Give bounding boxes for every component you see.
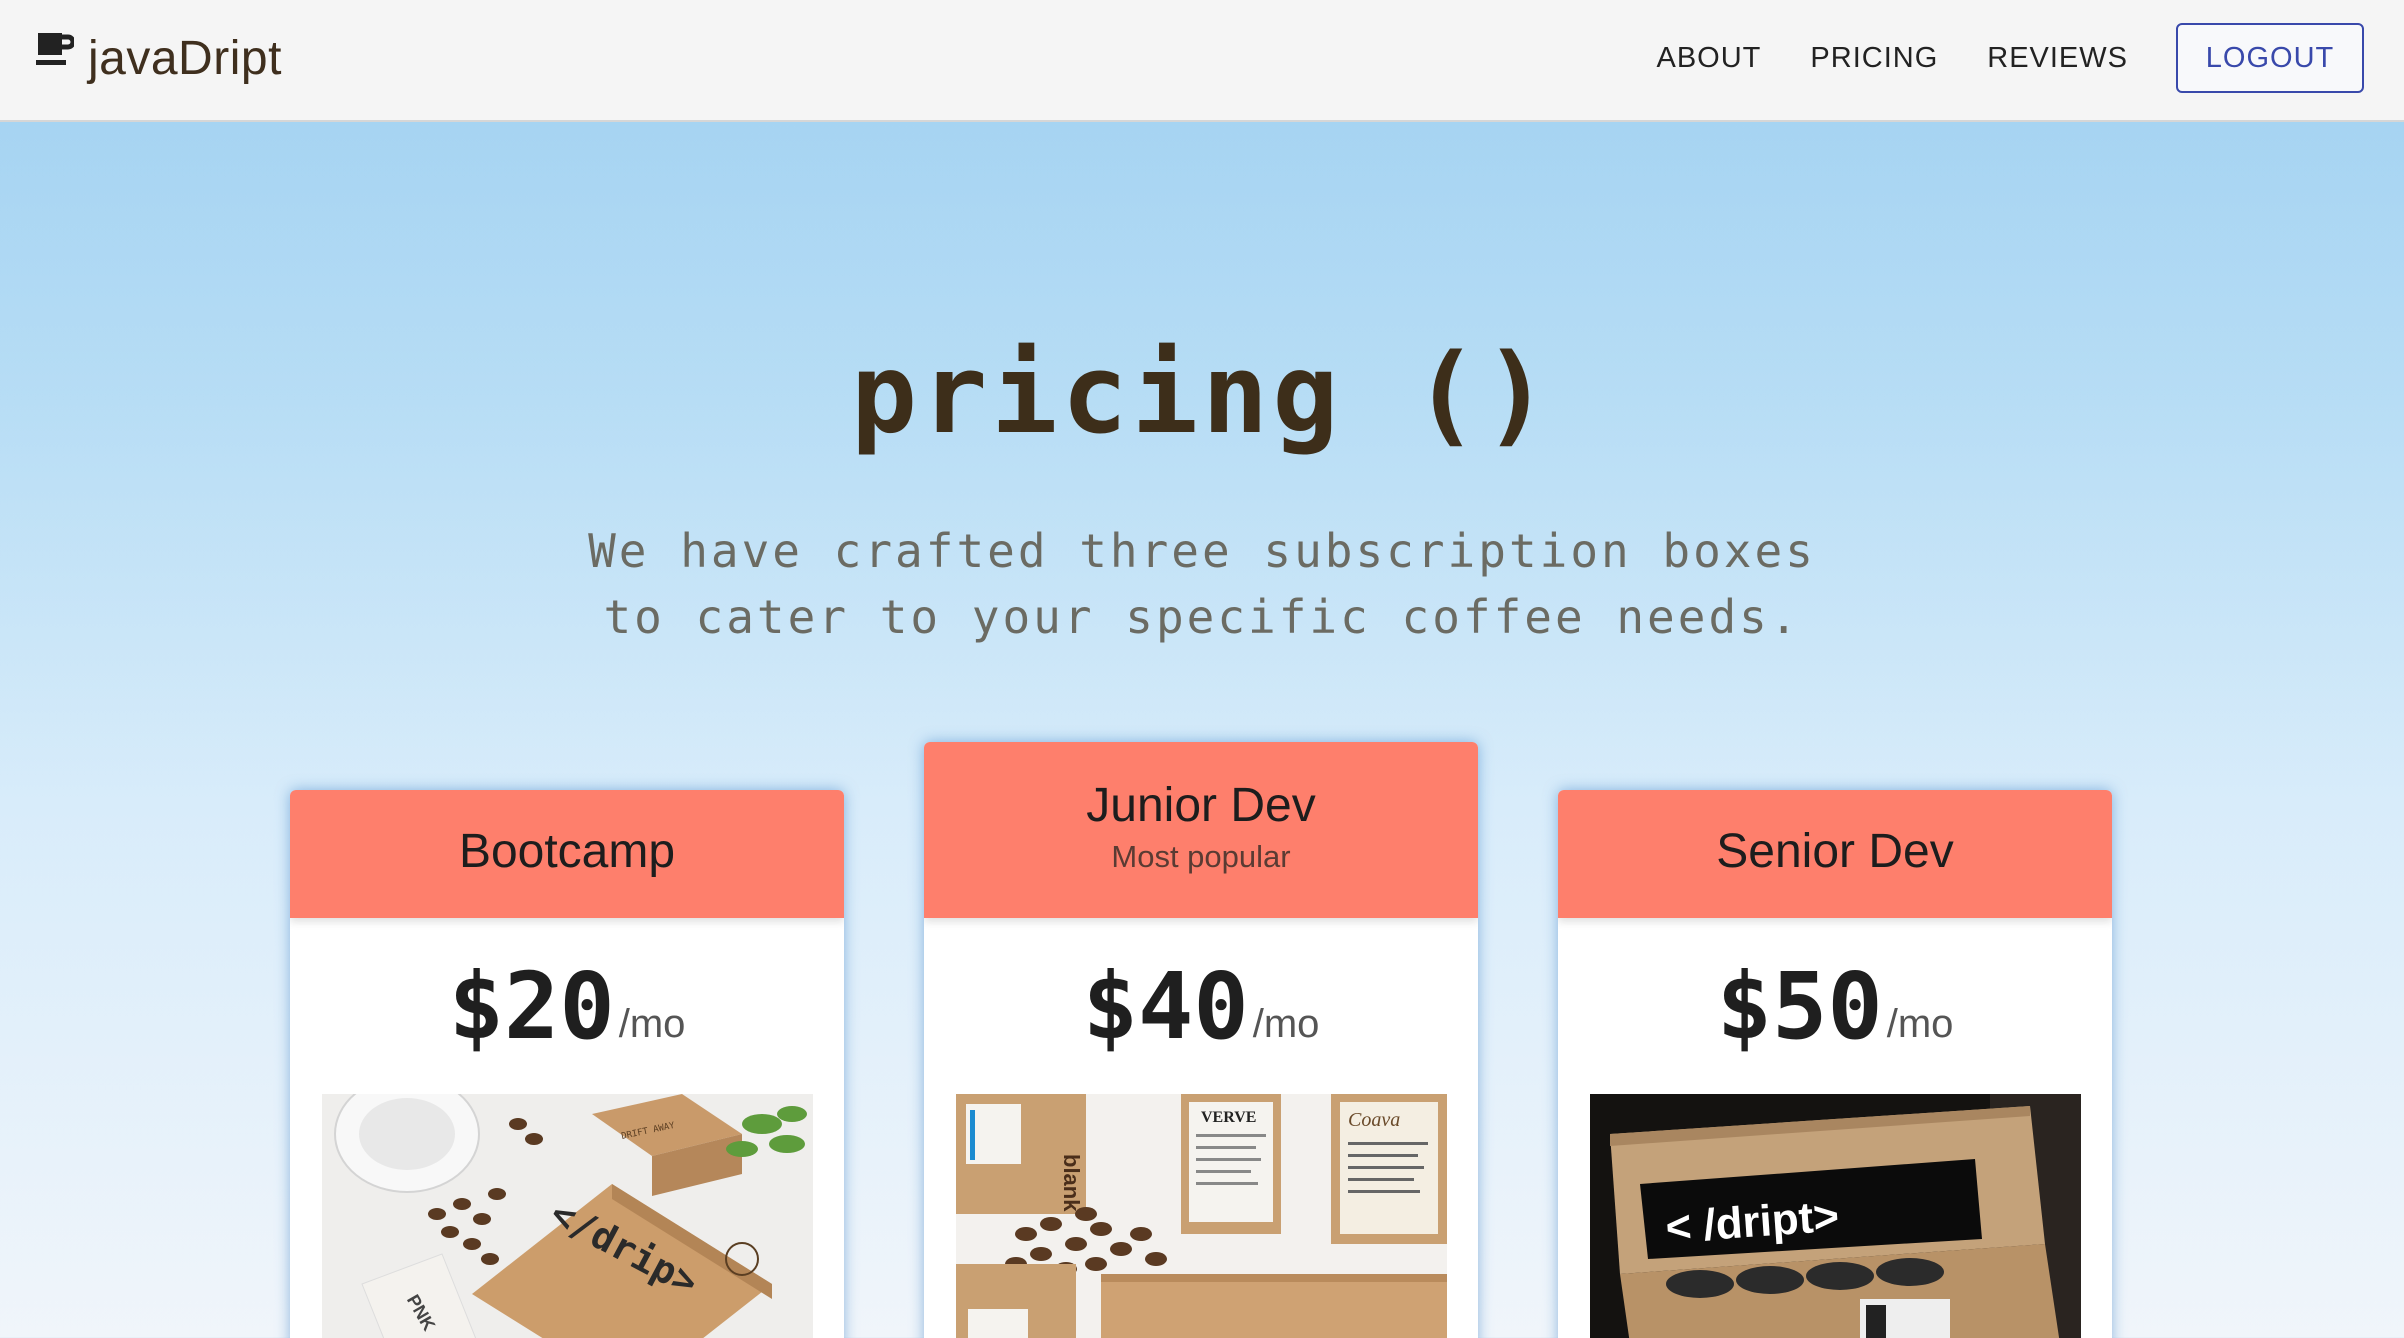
nav-pricing-link[interactable]: PRICING — [1810, 42, 1938, 75]
plan-period: /mo — [1252, 1001, 1320, 1046]
nav-links: ABOUT PRICING REVIEWS LOGOUT — [1608, 22, 2364, 94]
plan-price-row: $50 /mo — [1558, 918, 2112, 1094]
plan-product-image: DRIFT AWAY </drip> PNK — [321, 1094, 813, 1338]
bag-label-3: Coava — [1348, 1109, 1400, 1131]
subtitle-line-1: We have crafted three subscription boxes — [588, 524, 1816, 578]
plan-price: $20 — [448, 952, 615, 1060]
bag-label-2: VERVE — [1201, 1109, 1256, 1126]
logout-button[interactable]: LOGOUT — [2176, 23, 2364, 93]
subtitle-line-2: to cater to your specific coffee needs. — [603, 590, 1801, 644]
plan-period: /mo — [1886, 1001, 1954, 1046]
plan-card-senior-dev[interactable]: Senior Dev $50 /mo < /dript> — [1558, 790, 2112, 1338]
nav-about-link[interactable]: ABOUT — [1657, 42, 1762, 75]
plan-card-header: Bootcamp — [290, 790, 844, 918]
senior-dev-box-illustration: < /dript> — [1589, 1094, 2081, 1338]
plan-card-junior-dev[interactable]: Junior Dev Most popular $40 /mo blank VE… — [924, 742, 1478, 1338]
plan-card-bootcamp[interactable]: Bootcamp $20 /mo DRIFT AWAY </drip> PNK — [290, 790, 844, 1338]
page-title: pricing () — [850, 330, 1554, 458]
page-subtitle: We have crafted three subscription boxes… — [0, 518, 2404, 650]
plan-price: $50 — [1716, 952, 1883, 1060]
plan-name: Senior Dev — [1716, 825, 1954, 878]
brand-name: javaDript — [88, 31, 282, 85]
plan-period: /mo — [618, 1001, 686, 1046]
coffee-cup-icon — [36, 33, 74, 65]
plan-price: $40 — [1082, 952, 1249, 1060]
plan-tag: Most popular — [1111, 839, 1291, 874]
nav-reviews-link[interactable]: REVIEWS — [1987, 42, 2128, 75]
brand-logo[interactable]: javaDript — [36, 28, 282, 88]
plan-card-header: Junior Dev Most popular — [924, 742, 1478, 918]
bootcamp-box-illustration: DRIFT AWAY </drip> PNK — [321, 1094, 813, 1338]
plan-product-image: < /dript> — [1589, 1094, 2081, 1338]
plan-name: Junior Dev — [1086, 779, 1316, 832]
junior-dev-bags-illustration: blank VERVE Coava — [955, 1094, 1447, 1338]
plan-name: Bootcamp — [458, 825, 676, 878]
plan-price-row: $20 /mo — [290, 918, 844, 1094]
plan-product-image: blank VERVE Coava — [955, 1094, 1447, 1338]
bag-label-1: blank — [1059, 1154, 1084, 1212]
plan-price-row: $40 /mo — [924, 918, 1478, 1094]
navbar: javaDript ABOUT PRICING REVIEWS LOGOUT — [0, 0, 2404, 122]
plan-card-header: Senior Dev — [1558, 790, 2112, 918]
